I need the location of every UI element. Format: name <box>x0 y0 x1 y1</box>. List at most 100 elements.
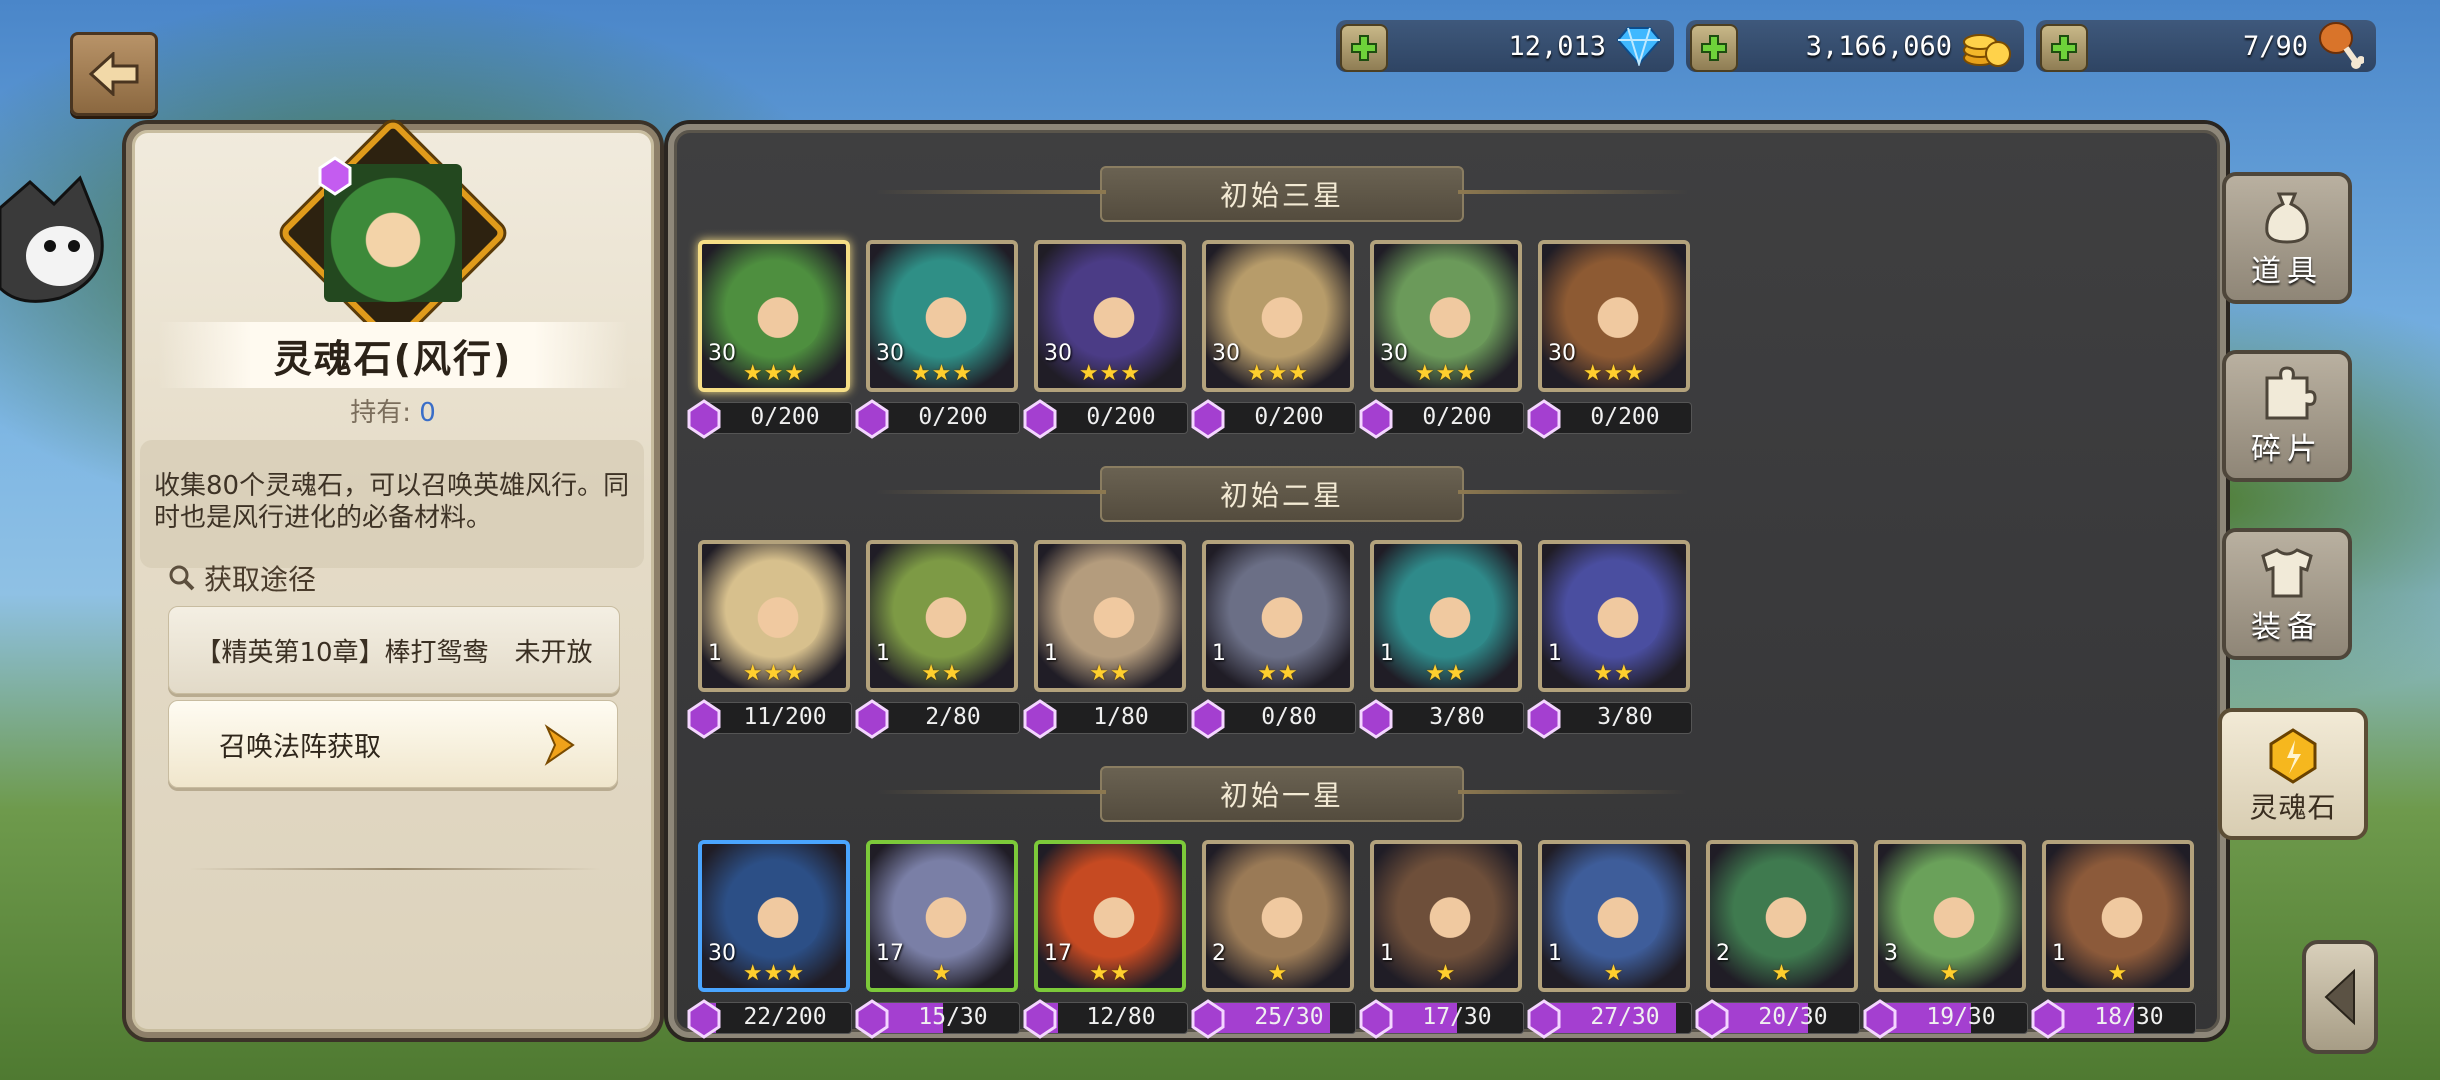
hero-portrait <box>1240 866 1324 952</box>
hero-stars: ★★★ <box>1246 361 1310 386</box>
section-banner: 初始三星 <box>876 166 1464 222</box>
soul-stone-progress: 0/200 <box>1191 399 1356 439</box>
progress-text: 0/80 <box>1261 704 1317 730</box>
progress-text: 0/200 <box>1254 404 1324 430</box>
hero-card[interactable]: 30 ★★★ <box>1202 240 1354 392</box>
hero-portrait <box>1576 266 1660 352</box>
hero-card[interactable]: 17 ★ <box>866 840 1018 992</box>
hero-stars: ★★★ <box>1078 361 1142 386</box>
hero-portrait <box>1744 866 1828 952</box>
hero-portrait <box>1240 566 1324 652</box>
hero-stars: ★ <box>2107 961 2129 986</box>
tab-equipment[interactable]: 装备 <box>2222 528 2352 660</box>
hero-portrait <box>1072 566 1156 652</box>
hero-portrait <box>2080 866 2164 952</box>
tab-soul-stone-label: 灵魂石 <box>2249 791 2337 824</box>
hero-stars: ★ <box>1603 961 1625 986</box>
hero-card[interactable]: 1 ★★ <box>1034 540 1186 692</box>
hero-card[interactable]: 1 ★ <box>2042 840 2194 992</box>
soul-stone-progress: 3/80 <box>1527 699 1692 739</box>
tab-soul-stone[interactable]: 灵魂石 <box>2218 708 2368 840</box>
hero-portrait <box>1240 266 1324 352</box>
hero-stars: ★★★ <box>742 661 806 686</box>
collapse-side-button[interactable] <box>2302 940 2378 1054</box>
progress-text: 2/80 <box>925 704 981 730</box>
soul-stone-progress: 1/80 <box>1023 699 1188 739</box>
section-title: 初始二星 <box>1219 479 1344 512</box>
soul-stone-progress: 0/200 <box>1527 399 1692 439</box>
section-banner: 初始一星 <box>876 766 1464 822</box>
section-title: 初始一星 <box>1219 779 1344 812</box>
soul-stone-progress: 3/80 <box>1359 699 1524 739</box>
hero-card[interactable]: 30 ★★★ <box>698 240 850 392</box>
soul-stone-progress: 19/30 <box>1863 999 2028 1039</box>
chevron-left-icon <box>2324 968 2355 1026</box>
hero-stars: ★★ <box>921 661 963 686</box>
hero-portrait <box>904 866 988 952</box>
hero-stars: ★ <box>931 961 953 986</box>
hero-stars: ★★ <box>1089 961 1131 986</box>
progress-text: 3/80 <box>1429 704 1485 730</box>
hero-card[interactable]: 1 ★★★ <box>698 540 850 692</box>
soul-stone-progress: 11/200 <box>687 699 852 739</box>
hero-portrait <box>904 266 988 352</box>
hero-portrait <box>1072 866 1156 952</box>
hero-portrait <box>1408 566 1492 652</box>
hero-portrait <box>736 866 820 952</box>
hero-card[interactable]: 1 ★★ <box>1370 540 1522 692</box>
hero-card[interactable]: 30 ★★★ <box>1370 240 1522 392</box>
progress-text: 0/200 <box>1422 404 1492 430</box>
hero-stars: ★★★ <box>1414 361 1478 386</box>
hero-stars: ★★★ <box>1582 361 1646 386</box>
hero-card[interactable]: 3 ★ <box>1874 840 2026 992</box>
hero-card[interactable]: 30 ★★★ <box>698 840 850 992</box>
hero-card[interactable]: 30 ★★★ <box>866 240 1018 392</box>
hero-stars: ★ <box>1771 961 1793 986</box>
hero-stars: ★★ <box>1425 661 1467 686</box>
soul-stone-progress: 0/200 <box>1023 399 1188 439</box>
hero-portrait <box>1576 566 1660 652</box>
progress-text: 27/30 <box>1590 1004 1660 1030</box>
hero-stars: ★★ <box>1089 661 1131 686</box>
hero-card[interactable]: 30 ★★★ <box>1034 240 1186 392</box>
soul-stone-progress: 2/80 <box>855 699 1020 739</box>
hero-card[interactable]: 1 ★★ <box>1202 540 1354 692</box>
tab-items[interactable]: 道具 <box>2222 172 2352 304</box>
hero-card[interactable]: 17 ★★ <box>1034 840 1186 992</box>
hero-portrait <box>1912 866 1996 952</box>
hero-stars: ★ <box>1267 961 1289 986</box>
progress-text: 0/200 <box>918 404 988 430</box>
tab-items-label: 道具 <box>2251 254 2323 289</box>
section-banner: 初始二星 <box>876 466 1464 522</box>
soul-stone-progress: 0/200 <box>855 399 1020 439</box>
hero-stars: ★★★ <box>742 961 806 986</box>
progress-text: 1/80 <box>1093 704 1149 730</box>
hero-stars: ★★★ <box>910 361 974 386</box>
soul-stone-progress: 15/30 <box>855 999 1020 1039</box>
progress-text: 17/30 <box>1422 1004 1492 1030</box>
progress-text: 22/200 <box>743 1004 827 1030</box>
progress-text: 18/30 <box>2094 1004 2164 1030</box>
soul-stone-progress: 0/80 <box>1191 699 1356 739</box>
hero-card[interactable]: 1 ★ <box>1370 840 1522 992</box>
hero-grid: 初始三星初始二星初始一星 30 ★★★ 0/200 30 ★★★ 0/200 30 ★★★ 0/2… <box>0 0 2440 1080</box>
hero-card[interactable]: 1 ★ <box>1538 840 1690 992</box>
hero-portrait <box>736 566 820 652</box>
progress-text: 11/200 <box>743 704 827 730</box>
hero-card[interactable]: 30 ★★★ <box>1538 240 1690 392</box>
hero-stars: ★★ <box>1257 661 1299 686</box>
progress-text: 0/200 <box>1590 404 1660 430</box>
soul-stone-progress: 22/200 <box>687 999 852 1039</box>
progress-text: 15/30 <box>918 1004 988 1030</box>
progress-text: 0/200 <box>1086 404 1156 430</box>
hero-card[interactable]: 2 ★ <box>1706 840 1858 992</box>
section-title: 初始三星 <box>1219 179 1344 212</box>
bag-icon <box>2265 192 2309 244</box>
hero-card[interactable]: 2 ★ <box>1202 840 1354 992</box>
hero-card[interactable]: 1 ★★ <box>1538 540 1690 692</box>
soul-stone-progress: 27/30 <box>1527 999 1692 1039</box>
tab-fragments[interactable]: 碎片 <box>2222 350 2352 482</box>
soul-stone-progress: 18/30 <box>2031 999 2196 1039</box>
soul-stone-progress: 12/80 <box>1023 999 1188 1039</box>
hero-card[interactable]: 1 ★★ <box>866 540 1018 692</box>
